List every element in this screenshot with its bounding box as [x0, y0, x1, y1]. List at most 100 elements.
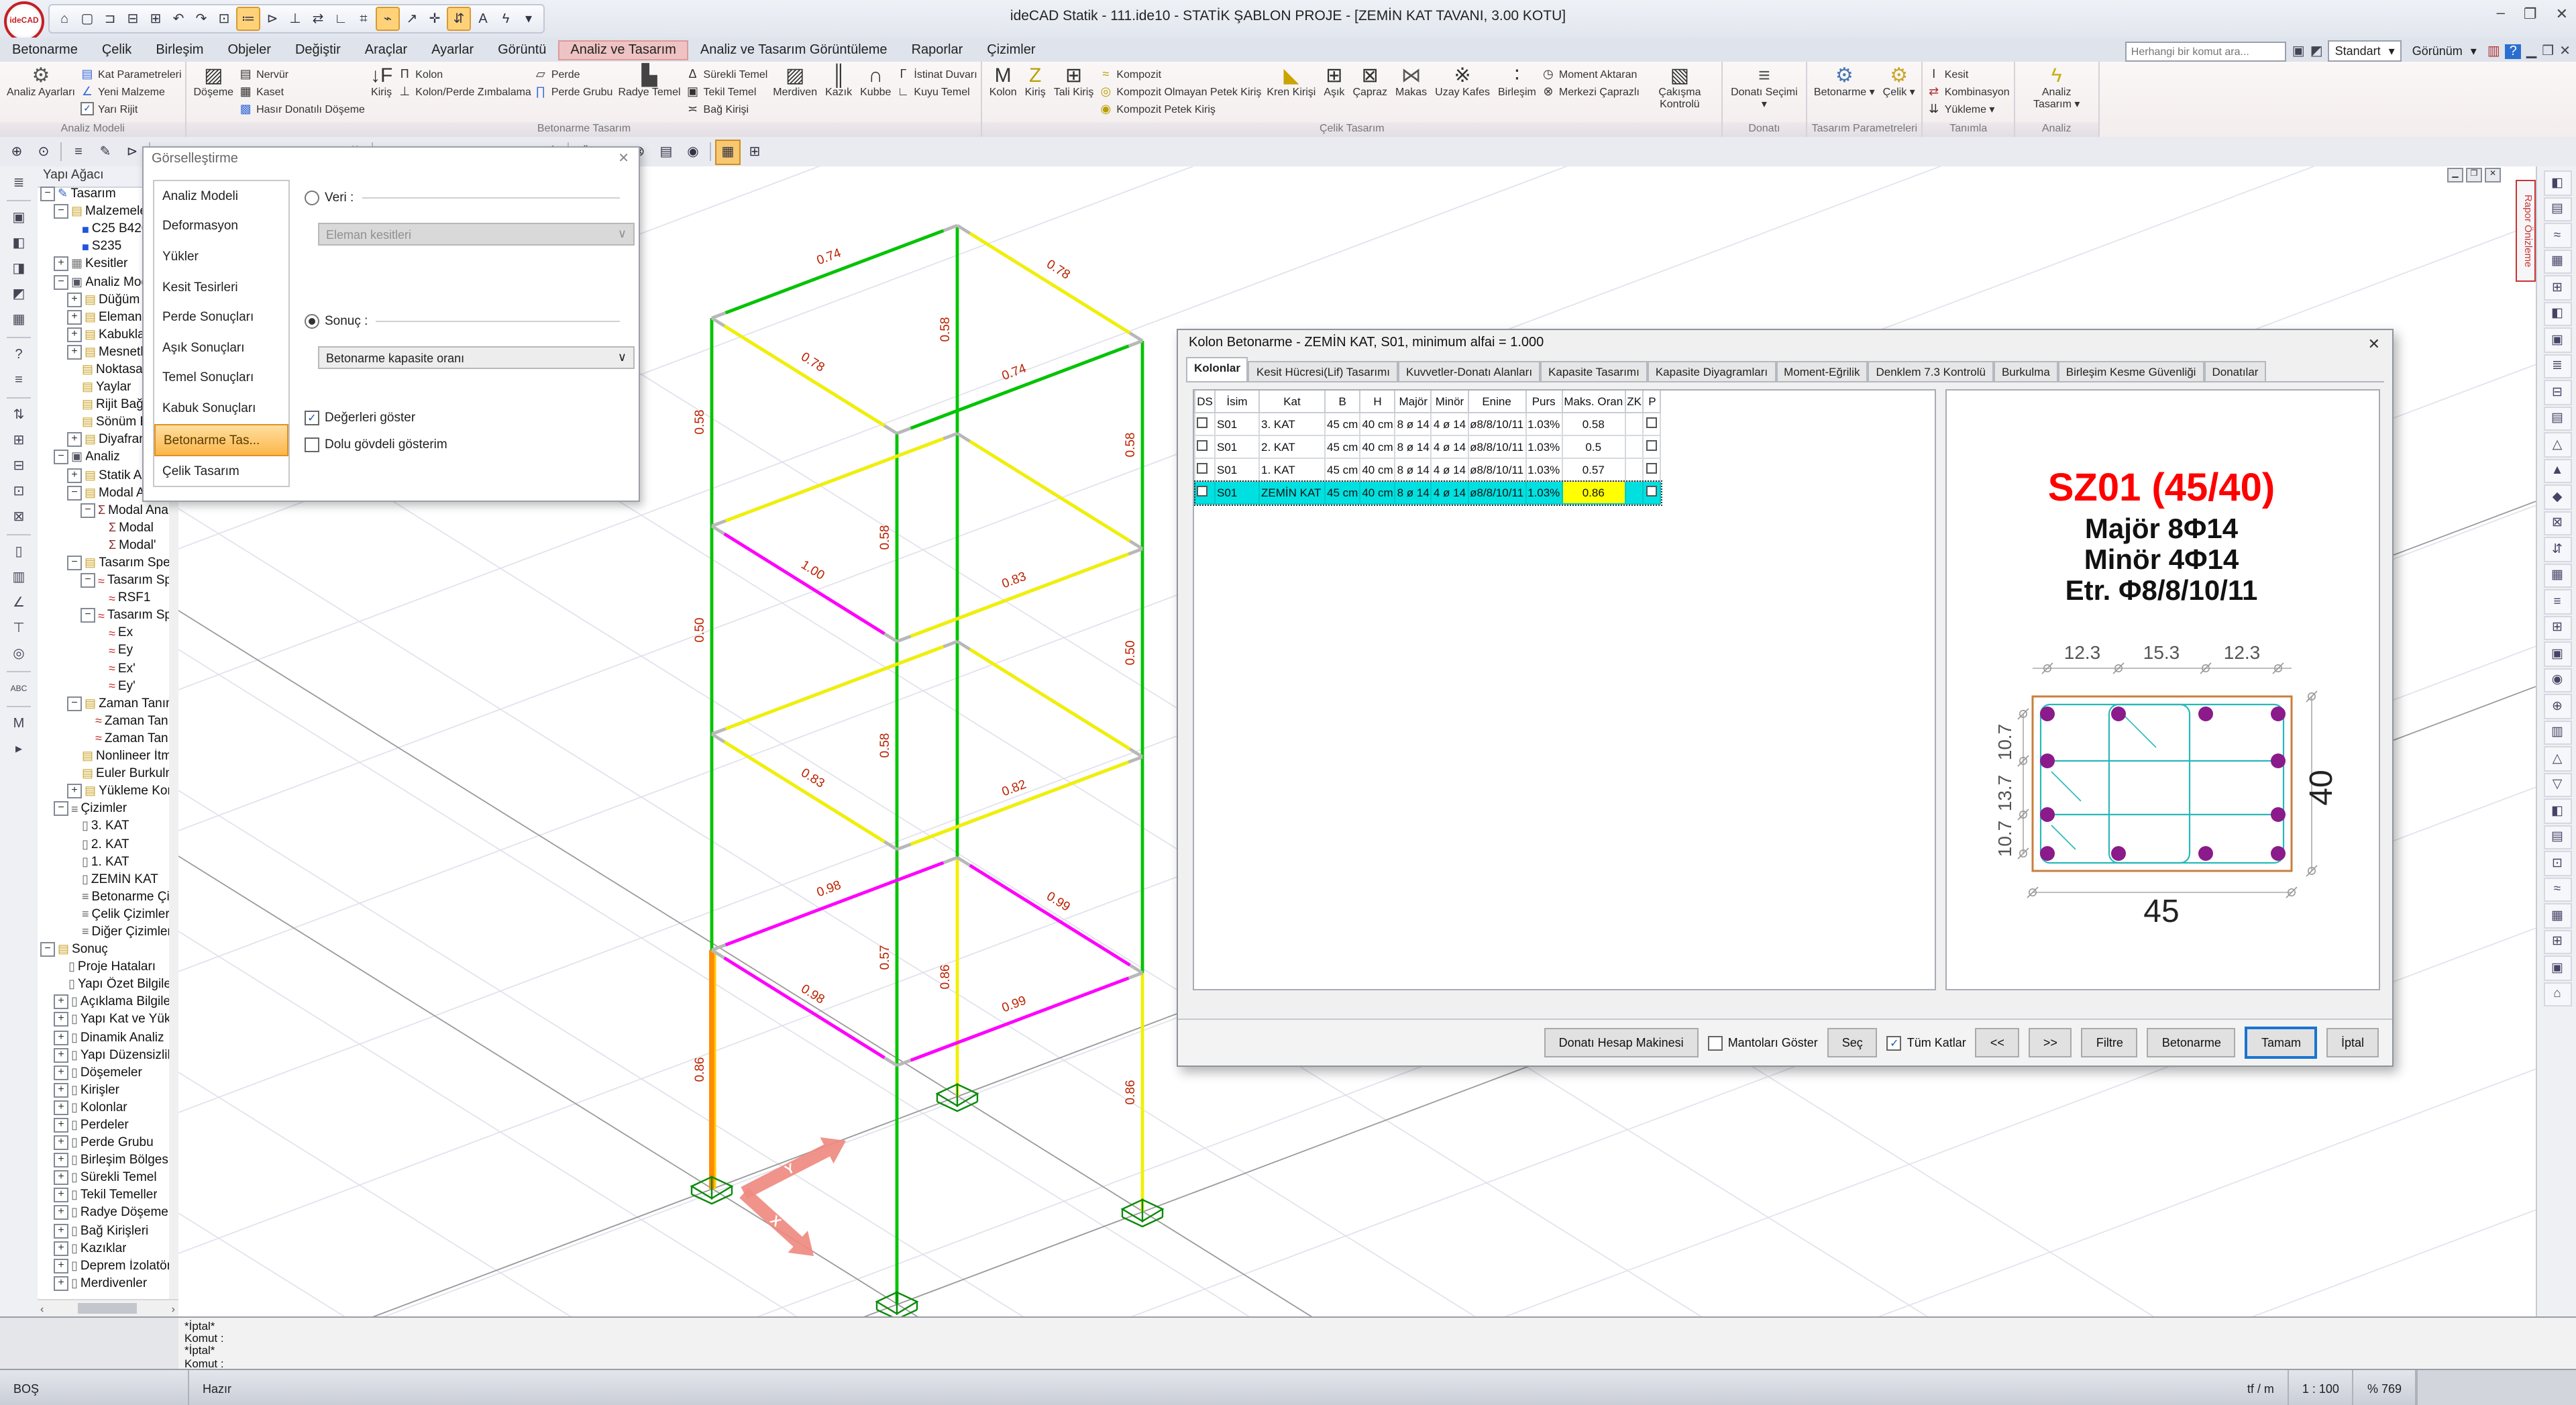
tree-item-yükleme-kombina[interactable]: +▤Yükleme Kombina	[38, 782, 168, 800]
cell[interactable]: 8 ø 14	[1395, 413, 1432, 435]
ribbon-button-analiz-tasarım[interactable]: ϟAnaliz Tasarım ▾	[2019, 64, 2094, 122]
contrast-icon[interactable]: ◩	[2310, 44, 2323, 58]
toolbar-tool-icon-24[interactable]: ◉	[680, 139, 706, 164]
left-panel-tool-icon-2[interactable]: ▣	[5, 207, 32, 229]
menu-ayarlar[interactable]: Ayarlar	[419, 40, 486, 60]
right-panel-tool-icon-13[interactable]: ⊠	[2543, 511, 2571, 535]
tree-item-1-kat[interactable]: ▯1. KAT	[38, 853, 168, 870]
ribbon-button-makas[interactable]: ⋈Makas	[1393, 64, 1430, 122]
cell[interactable]: ø8/8/10/11	[1468, 413, 1525, 435]
ribbon-button-donatı-seçimi[interactable]: ≡Donatı Seçimi ▾	[1727, 64, 1802, 122]
cell[interactable]	[1195, 413, 1215, 435]
right-panel-tool-icon-7[interactable]: ≣	[2543, 354, 2571, 378]
chart-icon[interactable]: ▥	[2487, 44, 2500, 58]
column-header-h[interactable]: H	[1360, 391, 1395, 413]
cell[interactable]: 0.5	[1562, 435, 1625, 458]
ribbon-item-nervür[interactable]: ▤Nervür	[239, 66, 365, 82]
expander-icon[interactable]: +	[54, 995, 68, 1010]
tree-item-ex[interactable]: ≈Ex	[38, 625, 168, 642]
open-file-icon[interactable]: ⊐	[99, 8, 121, 30]
right-panel-tool-icon-26[interactable]: ⊡	[2543, 851, 2571, 876]
left-panel-tool-icon-8[interactable]: ?	[5, 344, 32, 366]
left-panel-tool-icon-3[interactable]: ◧	[5, 232, 32, 255]
expander-icon[interactable]: +	[54, 1083, 68, 1098]
expander-icon[interactable]: −	[80, 609, 95, 623]
expander-icon[interactable]: −	[67, 556, 82, 570]
column-header-b[interactable]: B	[1325, 391, 1360, 413]
tree-item-nonlineer-i̇tme-ar[interactable]: ▤Nonlineer İtme Ar	[38, 747, 168, 765]
column-header-enine[interactable]: Enine	[1468, 391, 1525, 413]
button-donatı-hesap-makinesi[interactable]: Donatı Hesap Makinesi	[1544, 1028, 1699, 1057]
expander-icon[interactable]: +	[54, 1206, 68, 1220]
viz-category-çelik-tasarım[interactable]: Çelik Tasarım	[154, 457, 288, 487]
left-panel-tool-icon-20[interactable]: ⊤	[5, 617, 32, 640]
expander-icon[interactable]: +	[54, 1188, 68, 1203]
ribbon-item-kombinasyon[interactable]: ⇄Kombinasyon	[1927, 83, 2010, 99]
expander-icon[interactable]: +	[67, 309, 82, 324]
column-header-kat[interactable]: Kat	[1259, 391, 1325, 413]
cross-move-icon[interactable]: ✛	[424, 8, 445, 30]
cell[interactable]: S01	[1215, 458, 1259, 481]
tree-item-euler-burkulma-ar[interactable]: ▤Euler Burkulma Ar	[38, 765, 168, 782]
viz-category-betonarme-tas-[interactable]: Betonarme Tas...	[154, 424, 288, 457]
cell[interactable]	[1644, 481, 1661, 504]
tree-item-perdeler[interactable]: +▯Perdeler	[38, 1116, 168, 1134]
right-panel-tool-icon-23[interactable]: ▽	[2543, 772, 2571, 797]
tab-kuvvetler-donatı-alanları[interactable]: Kuvvetler-Donatı Alanları	[1398, 361, 1540, 381]
view-selector[interactable]: Görünüm▾	[2407, 42, 2482, 60]
save-all-icon[interactable]: ⊞	[145, 8, 166, 30]
table-row[interactable]: S013. KAT45 cm40 cm8 ø 144 ø 14ø8/8/10/1…	[1195, 413, 1661, 435]
flip-icon[interactable]: ⇄	[307, 8, 329, 30]
ribbon-item-sürekli-temel[interactable]: ΔSürekli Temel	[686, 66, 768, 82]
tree-item-betonarme-çiziml[interactable]: ≡Betonarme Çiziml	[38, 888, 168, 906]
right-panel-tool-icon-2[interactable]: ≈	[2543, 223, 2571, 248]
right-panel-tool-icon-12[interactable]: ◆	[2543, 484, 2571, 509]
tree-item-ey-[interactable]: ≈Ey'	[38, 677, 168, 694]
row-checkbox-icon[interactable]	[1197, 417, 1208, 428]
ribbon-item-kesit[interactable]: IKesit	[1927, 66, 2010, 82]
veri-radio[interactable]	[305, 191, 319, 205]
tree-item-kirişler[interactable]: +▯Kirişler	[38, 1082, 168, 1099]
tree-item-tekil-temeller[interactable]: +▯Tekil Temeller	[38, 1187, 168, 1204]
button-betonarme[interactable]: Betonarme	[2147, 1028, 2236, 1057]
cell[interactable]: 40 cm	[1360, 413, 1395, 435]
tab-kolonlar[interactable]: Kolonlar	[1186, 357, 1248, 381]
ribbon-button-döşeme[interactable]: ▨Döşeme	[191, 64, 237, 122]
help-icon[interactable]: ?	[2506, 44, 2521, 58]
ribbon-item-kat-parametreleri[interactable]: ▤Kat Parametreleri	[80, 66, 182, 82]
left-panel-tool-icon-23[interactable]: ABC	[5, 678, 32, 700]
footer-checkbox-tüm-katlar[interactable]: ✓Tüm Katlar	[1887, 1035, 1966, 1050]
cell[interactable]	[1195, 481, 1215, 504]
column-header-p[interactable]: P	[1644, 391, 1661, 413]
cell[interactable]: 4 ø 14	[1432, 481, 1468, 504]
cell[interactable]: 0.58	[1562, 413, 1625, 435]
cell[interactable]	[1644, 458, 1661, 481]
left-panel-tool-icon-25[interactable]: M	[5, 713, 32, 735]
right-panel-tool-icon-1[interactable]: ▤	[2543, 197, 2571, 221]
tree-item-yapı-özet-bilgileri[interactable]: ▯Yapı Özet Bilgileri	[38, 976, 168, 993]
viz-category-deformasyon[interactable]: Deformasyon	[154, 211, 288, 242]
tree-item-rsf1[interactable]: ≈RSF1	[38, 589, 168, 607]
expander-icon[interactable]: +	[54, 1047, 68, 1062]
expander-icon[interactable]: +	[67, 468, 82, 482]
tree-item-ey[interactable]: ≈Ey	[38, 642, 168, 660]
ribbon-button-kazık[interactable]: ║Kazık	[822, 64, 855, 122]
toolbar-tool-icon-0[interactable]: ⊕	[4, 139, 30, 164]
menu-objeler[interactable]: Objeler	[215, 40, 283, 60]
right-panel-tool-icon-17[interactable]: ⊞	[2543, 615, 2571, 640]
left-panel-tool-icon-6[interactable]: ▦	[5, 309, 32, 331]
right-panel-tool-icon-9[interactable]: ▤	[2543, 406, 2571, 431]
tree-item-tasarım-spektru[interactable]: −≈Tasarım Spektru	[38, 572, 168, 589]
expander-icon[interactable]: +	[54, 1135, 68, 1150]
expander-icon[interactable]: −	[54, 274, 68, 289]
expander-icon[interactable]: +	[54, 1171, 68, 1186]
tree-horizontal-scrollbar[interactable]: ‹ ›	[38, 1299, 178, 1316]
tree-item-modal-analiz[interactable]: −ΣModal Analiz	[38, 501, 168, 519]
cell[interactable]	[1195, 435, 1215, 458]
cell[interactable]: 40 cm	[1360, 481, 1395, 504]
dimension-icon[interactable]: ⌗	[353, 8, 374, 30]
right-panel-tool-icon-27[interactable]: ≈	[2543, 877, 2571, 902]
menu-değiştir[interactable]: Değiştir	[283, 40, 353, 60]
right-panel-tool-icon-24[interactable]: ◧	[2543, 798, 2571, 823]
dropdown-icon[interactable]: ▾	[518, 8, 539, 30]
